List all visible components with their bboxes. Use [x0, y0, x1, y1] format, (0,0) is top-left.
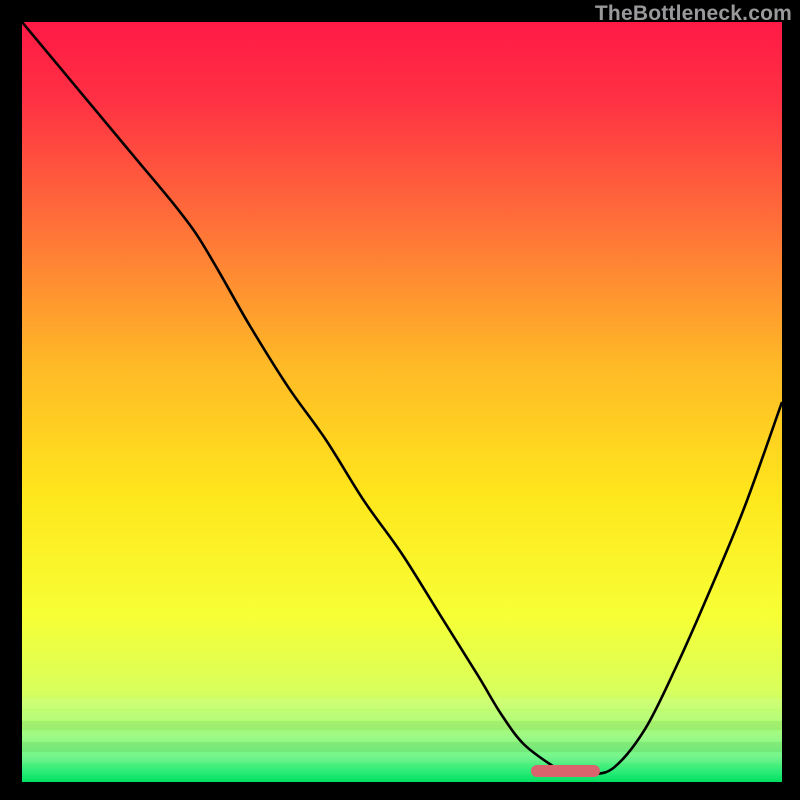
chart-canvas: TheBottleneck.com [0, 0, 800, 800]
bottleneck-curve [22, 22, 782, 782]
plot-area [22, 22, 782, 782]
optimal-range-marker [531, 765, 599, 777]
